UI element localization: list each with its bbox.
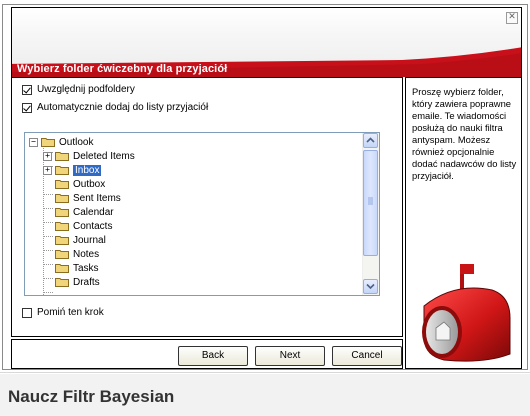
tree-node-label: Deleted Items — [73, 150, 135, 162]
tree-node-journal[interactable]: Journal — [55, 233, 106, 247]
skip-step-label: Pomiń ten krok — [37, 307, 104, 318]
tree-node-label-selected: Inbox — [73, 164, 102, 176]
tree-node-label: Contacts — [73, 220, 113, 232]
help-text: Proszę wybierz folder, który zawiera pop… — [412, 86, 517, 181]
tree-node-notes[interactable]: Notes — [55, 247, 99, 261]
tree-scrollbar[interactable] — [362, 133, 379, 295]
folder-tree[interactable]: − Outlook + Deleted Items + Inbox Outbox… — [24, 132, 380, 296]
folder-icon — [55, 235, 69, 245]
tree-line — [43, 292, 53, 293]
folder-icon — [55, 249, 69, 259]
auto-add-friends-option[interactable]: Automatycznie dodaj do listy przyjaciół — [22, 102, 208, 113]
folder-icon — [55, 165, 69, 175]
collapse-icon[interactable]: − — [29, 137, 38, 147]
folder-icon — [55, 179, 69, 189]
tree-node-label: Notes — [73, 248, 100, 260]
tree-node-label: Journal — [73, 234, 106, 246]
folder-icon — [55, 151, 69, 161]
tree-node-label: Drafts — [73, 276, 100, 288]
auto-add-friends-label: Automatycznie dodaj do listy przyjaciół — [37, 102, 209, 113]
tree-node-drafts[interactable]: Drafts — [55, 275, 100, 289]
wizard-window: ✕ Wybierz folder ćwiczebny dla przyjació… — [0, 0, 530, 416]
tree-line — [43, 278, 53, 279]
wizard-header: ✕ Wybierz folder ćwiczebny dla przyjació… — [11, 7, 522, 77]
scroll-thumb[interactable] — [363, 150, 378, 256]
tree-node-inbox[interactable]: + Inbox — [43, 163, 102, 177]
footer: Naucz Filtr Bayesian — [0, 374, 530, 416]
wizard-dialog: ✕ Wybierz folder ćwiczebny dla przyjació… — [2, 4, 528, 370]
tree-node-label: Outlook — [59, 136, 94, 148]
grip-icon — [368, 197, 373, 205]
auto-add-friends-checkbox[interactable] — [22, 102, 32, 113]
expand-icon[interactable]: + — [43, 165, 52, 175]
folder-icon — [55, 277, 69, 287]
tree-node-label: Calendar — [73, 206, 114, 218]
mailbox-icon — [422, 264, 511, 362]
tree-node-deleted-items[interactable]: + Deleted Items — [43, 149, 135, 163]
tree-node-outbox[interactable]: Outbox — [55, 177, 105, 191]
folder-selection-panel: Uwzględnij podfoldery Automatycznie doda… — [11, 77, 403, 337]
tree-node-root[interactable]: − Outlook — [29, 135, 93, 149]
skip-step-option[interactable]: Pomiń ten krok — [22, 307, 104, 318]
footer-title: Naucz Filtr Bayesian — [8, 387, 175, 406]
tree-line — [43, 194, 53, 195]
include-subfolders-label: Uwzględnij podfoldery — [37, 84, 135, 95]
tree-line — [43, 236, 53, 237]
tree-node-calendar[interactable]: Calendar — [55, 205, 114, 219]
folder-icon — [41, 137, 55, 147]
footer-divider — [0, 372, 530, 373]
tree-line — [43, 208, 53, 209]
include-subfolders-checkbox[interactable] — [22, 84, 32, 95]
cancel-button[interactable]: Cancel — [332, 346, 402, 366]
scroll-up-button[interactable] — [363, 133, 378, 148]
folder-tree-content: − Outlook + Deleted Items + Inbox Outbox… — [25, 133, 365, 295]
folder-icon — [55, 193, 69, 203]
tree-line — [43, 222, 53, 223]
tree-node-tasks[interactable]: Tasks — [55, 261, 99, 275]
tree-line — [43, 264, 53, 265]
tree-node-label: Tasks — [73, 262, 99, 274]
include-subfolders-option[interactable]: Uwzględnij podfoldery — [22, 84, 135, 95]
back-button[interactable]: Back — [178, 346, 248, 366]
dialog-title: Wybierz folder ćwiczebny dla przyjaciół — [17, 63, 228, 75]
tree-node-label: Outbox — [73, 178, 106, 190]
close-icon[interactable]: ✕ — [506, 12, 518, 24]
skip-step-checkbox[interactable] — [22, 307, 32, 318]
folder-icon — [55, 207, 69, 217]
wizard-button-bar: Back Next Cancel — [11, 339, 403, 369]
tree-node-contacts[interactable]: Contacts — [55, 219, 112, 233]
tree-line — [43, 250, 53, 251]
tree-node-label: Sent Items — [73, 192, 121, 204]
help-panel: Proszę wybierz folder, który zawiera pop… — [405, 77, 522, 369]
chevron-up-icon — [366, 137, 375, 143]
chevron-down-icon — [366, 283, 375, 290]
folder-icon — [55, 221, 69, 231]
next-button[interactable]: Next — [255, 346, 325, 366]
expand-icon[interactable]: + — [43, 151, 52, 161]
tree-node-sent-items[interactable]: Sent Items — [55, 191, 121, 205]
folder-icon — [55, 263, 69, 273]
scroll-down-button[interactable] — [363, 279, 378, 294]
